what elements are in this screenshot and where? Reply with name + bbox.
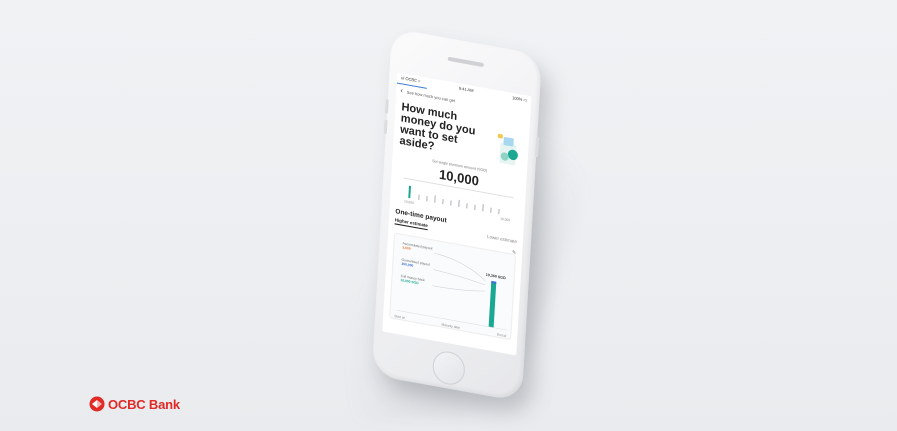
- volume-up-button: [384, 99, 389, 114]
- phone-mockup: ııl OCBC ≈ 9:41 AM 100% ▭ ‹ See how much…: [371, 22, 550, 407]
- axis-end: End of: [496, 332, 507, 339]
- slider-tick: [474, 204, 476, 210]
- slider-tick: [442, 198, 444, 205]
- chevron-left-icon[interactable]: ‹: [400, 87, 403, 95]
- slider-tick: [482, 204, 484, 212]
- slider-tick: [498, 209, 500, 215]
- axis-start: Start at: [394, 313, 405, 320]
- slider-handle[interactable]: [408, 185, 411, 199]
- status-time: 9:41 AM: [458, 85, 474, 94]
- phone-body: ııl OCBC ≈ 9:41 AM 100% ▭ ‹ See how much…: [371, 28, 542, 402]
- ocbc-logo-icon: [89, 396, 105, 412]
- brand-logo: OCBC Bank: [89, 396, 180, 412]
- payout-bar: [488, 281, 497, 328]
- slider-tick: [418, 194, 420, 200]
- connector-line: [433, 269, 486, 286]
- payout-chart-card: Accumulated payout 3,600 Guaranteed payo…: [389, 232, 517, 341]
- slider-tick: [434, 195, 436, 203]
- slider-tick: [490, 207, 492, 213]
- slider-tick: [450, 200, 452, 206]
- phone-screen: ııl OCBC ≈ 9:41 AM 100% ▭ ‹ See how much…: [382, 72, 532, 356]
- volume-down-button: [383, 119, 388, 135]
- speaker-grille: [447, 56, 484, 68]
- tab-lower-estimate[interactable]: Lower estimate: [487, 234, 517, 247]
- slider-tick: [426, 196, 428, 202]
- home-button: [431, 348, 466, 388]
- slider-tick: [458, 199, 460, 208]
- connector-line: [432, 285, 485, 292]
- status-battery: 100% ▭: [511, 94, 528, 103]
- payout-chart-graphic: [396, 252, 507, 331]
- brand-name: OCBC Bank: [108, 396, 180, 412]
- slider-tick: [466, 203, 468, 209]
- savings-illustration-icon: [497, 133, 518, 166]
- power-button: [535, 136, 540, 158]
